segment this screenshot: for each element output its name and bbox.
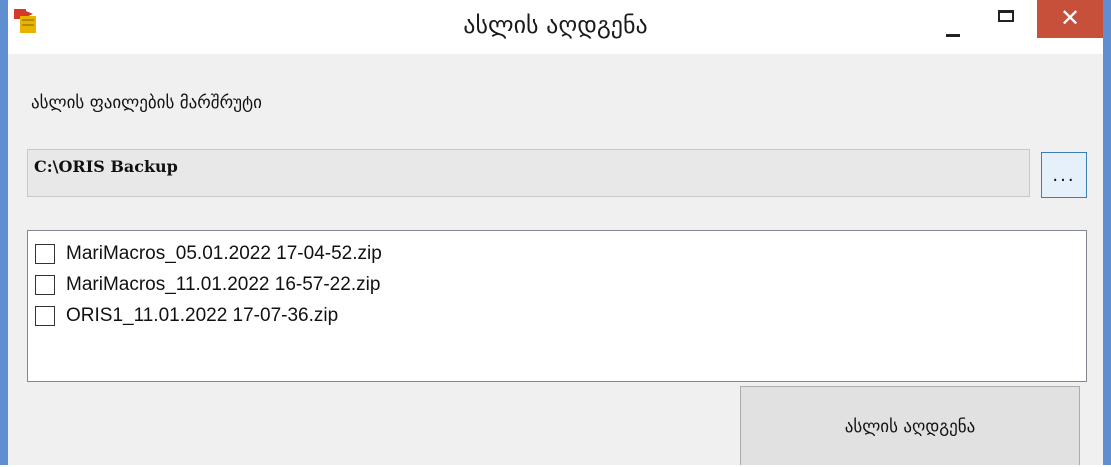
minimize-button[interactable] bbox=[943, 8, 979, 40]
file-checkbox[interactable] bbox=[35, 274, 55, 295]
file-list-item[interactable]: MariMacros_11.01.2022 16-57-22.zip bbox=[28, 269, 1086, 300]
maximize-button[interactable] bbox=[990, 4, 1030, 36]
backup-path-field[interactable]: C:\ORIS Backup bbox=[27, 149, 1030, 197]
file-checkbox[interactable] bbox=[35, 305, 55, 326]
file-list-item[interactable]: ORIS1_11.01.2022 17-07-36.zip bbox=[28, 300, 1086, 331]
file-name: MariMacros_11.01.2022 16-57-22.zip bbox=[66, 273, 381, 295]
browse-button[interactable]: ... bbox=[1041, 152, 1087, 198]
restore-button[interactable]: ასლის აღდგენა bbox=[740, 386, 1080, 465]
close-button[interactable]: ✕ bbox=[1037, 0, 1103, 38]
restore-window: ასლის აღდგენა ✕ ასლის ფაილების მარშრუტი … bbox=[0, 0, 1111, 465]
file-list-item[interactable]: MariMacros_05.01.2022 17-04-52.zip bbox=[28, 238, 1086, 269]
file-name: ORIS1_11.01.2022 17-07-36.zip bbox=[66, 304, 339, 326]
file-checkbox[interactable] bbox=[35, 243, 55, 264]
backup-path-label: ასლის ფაილების მარშრუტი bbox=[31, 93, 262, 113]
file-name: MariMacros_05.01.2022 17-04-52.zip bbox=[66, 242, 382, 264]
backup-file-list[interactable]: MariMacros_05.01.2022 17-04-52.zip MariM… bbox=[27, 230, 1087, 382]
window-title: ასლის აღდგენა bbox=[463, 11, 648, 39]
title-bar: ასლის აღდგენა ✕ bbox=[8, 0, 1103, 54]
